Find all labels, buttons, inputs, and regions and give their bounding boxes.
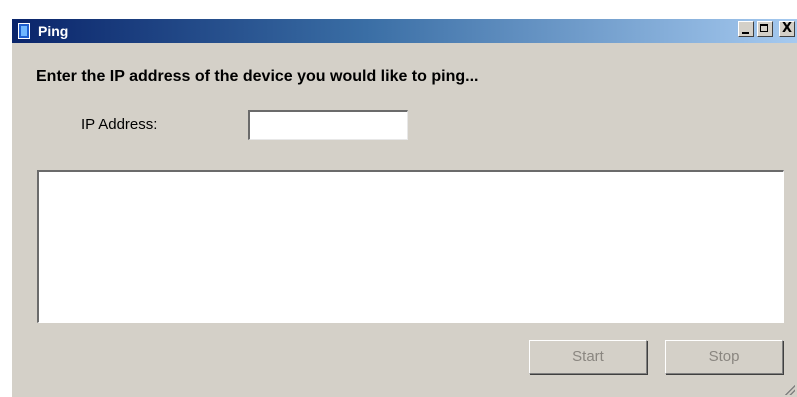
minimize-button[interactable] xyxy=(738,21,754,37)
ip-address-input[interactable] xyxy=(248,110,408,140)
start-button[interactable]: Start xyxy=(529,340,647,374)
close-button[interactable]: X xyxy=(779,21,795,37)
title-bar[interactable]: Ping X xyxy=(12,19,797,43)
resize-grip[interactable] xyxy=(783,383,795,395)
ping-output-area[interactable] xyxy=(37,170,784,323)
ping-window: Ping X Enter the IP address of the devic… xyxy=(11,18,797,397)
stop-button[interactable]: Stop xyxy=(665,340,783,374)
prompt-text: Enter the IP address of the device you w… xyxy=(36,68,479,85)
app-icon xyxy=(18,23,30,39)
window-title: Ping xyxy=(38,23,69,39)
ip-address-label: IP Address: xyxy=(81,116,158,133)
maximize-button[interactable] xyxy=(757,21,773,37)
